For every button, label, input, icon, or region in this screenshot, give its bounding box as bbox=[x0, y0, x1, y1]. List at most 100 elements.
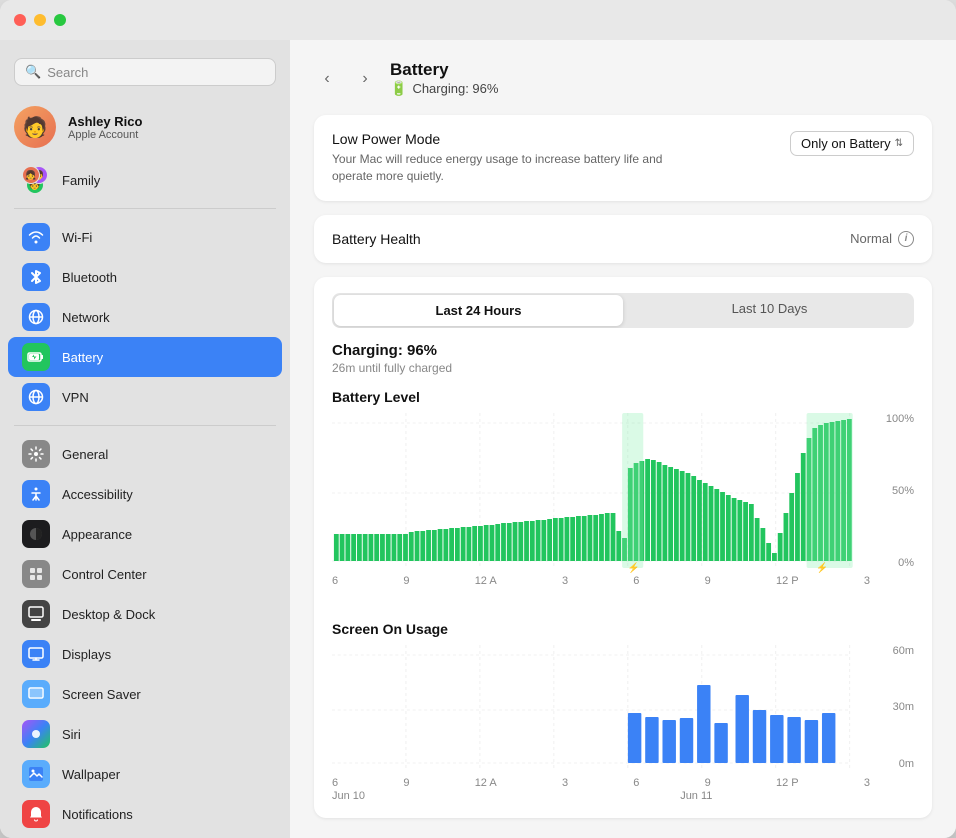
sidebar-item-battery[interactable]: Battery bbox=[8, 337, 282, 377]
vpn-icon bbox=[22, 383, 50, 411]
sidebar-item-label-network: Network bbox=[62, 310, 110, 325]
battery-health-status: Normal bbox=[850, 231, 892, 246]
search-placeholder: Search bbox=[47, 65, 88, 80]
sidebar-item-displays[interactable]: Displays bbox=[8, 634, 282, 674]
sidebar-item-label-controlcenter: Control Center bbox=[62, 567, 147, 582]
sidebar-item-label-appearance: Appearance bbox=[62, 527, 132, 542]
battery-y-axis: 100% 50% 0% bbox=[878, 413, 914, 587]
x-label-3a: 3 bbox=[562, 575, 568, 587]
sidebar-item-label-desktopdock: Desktop & Dock bbox=[62, 607, 155, 622]
sidebar-divider-2 bbox=[14, 425, 276, 426]
network-icon bbox=[22, 303, 50, 331]
low-power-selector-label: Only on Battery bbox=[801, 136, 891, 151]
back-button[interactable]: ‹ bbox=[314, 66, 340, 92]
sidebar-item-vpn[interactable]: VPN bbox=[8, 377, 282, 417]
screen-x-axis: 6 9 12 A 3 6 9 12 P 3 bbox=[332, 775, 870, 789]
sidebar-item-label-notifications: Notifications bbox=[62, 807, 133, 822]
displays-icon bbox=[22, 640, 50, 668]
avatar: 🧑 bbox=[14, 106, 56, 148]
sidebar-item-family[interactable]: 👧 👦 🧒 Family bbox=[8, 160, 282, 200]
sidebar-item-appearance[interactable]: Appearance bbox=[8, 514, 282, 554]
sidebar-item-label-family: Family bbox=[62, 173, 100, 188]
appearance-icon bbox=[22, 520, 50, 548]
sidebar-item-desktopdock[interactable]: Desktop & Dock bbox=[8, 594, 282, 634]
x-label-6: 6 bbox=[332, 575, 338, 587]
low-power-selector[interactable]: Only on Battery ⇅ bbox=[790, 131, 914, 156]
svg-text:⚡: ⚡ bbox=[628, 561, 640, 572]
sidebar-item-network[interactable]: Network bbox=[8, 297, 282, 337]
sx-label-6: 6 bbox=[332, 777, 338, 789]
sidebar-user[interactable]: 🧑 Ashley Rico Apple Account bbox=[0, 98, 290, 160]
screensaver-icon bbox=[22, 680, 50, 708]
screen-y-axis: 60m 30m 0m bbox=[878, 645, 914, 802]
screen-usage-title: Screen On Usage bbox=[332, 621, 914, 637]
sx-label-3a: 3 bbox=[562, 777, 568, 789]
sidebar-item-wallpaper[interactable]: Wallpaper bbox=[8, 754, 282, 794]
user-name: Ashley Rico bbox=[68, 114, 142, 129]
forward-button[interactable]: › bbox=[352, 66, 378, 92]
top-nav: ‹ › Battery 🔋 Charging: 96% bbox=[314, 60, 932, 97]
screen-usage-chart-area: Screen On Usage bbox=[332, 621, 914, 802]
battery-health-row: Battery Health Normal i bbox=[332, 231, 914, 247]
content-area: 🔍 Search 🧑 Ashley Rico Apple Account 👧 👦… bbox=[0, 40, 956, 838]
sidebar-item-controlcenter[interactable]: Control Center bbox=[8, 554, 282, 594]
close-button[interactable] bbox=[14, 14, 26, 26]
sidebar-item-siri[interactable]: Siri bbox=[8, 714, 282, 754]
chart-tabs: Last 24 Hours Last 10 Days bbox=[332, 293, 914, 328]
x-label-12a: 12 A bbox=[475, 575, 497, 587]
chart-card: Last 24 Hours Last 10 Days Charging: 96%… bbox=[314, 277, 932, 818]
notifications-icon bbox=[22, 800, 50, 828]
user-sub: Apple Account bbox=[68, 129, 142, 141]
sidebar-item-general[interactable]: General bbox=[8, 434, 282, 474]
battery-charging-icon: 🔋 bbox=[390, 80, 407, 97]
page-title: Battery bbox=[390, 60, 449, 80]
screen-chart-container: 6 9 12 A 3 6 9 12 P 3 Jun 1 bbox=[332, 645, 914, 802]
sx-label-9: 9 bbox=[403, 777, 409, 789]
sidebar-item-label-wifi: Wi-Fi bbox=[62, 230, 92, 245]
low-power-mode-card: Low Power Mode Your Mac will reduce ener… bbox=[314, 115, 932, 201]
sidebar-item-label-general: General bbox=[62, 447, 108, 462]
sx-label-9b: 9 bbox=[705, 777, 711, 789]
battery-status-text: Charging: 96% bbox=[412, 81, 498, 96]
battery-level-chart-area: Battery Level bbox=[332, 389, 914, 611]
charge-time-label: 26m until fully charged bbox=[332, 361, 914, 375]
bluetooth-icon bbox=[22, 263, 50, 291]
maximize-button[interactable] bbox=[54, 14, 66, 26]
date-jun11: Jun 11 bbox=[680, 790, 712, 802]
search-container: 🔍 Search bbox=[0, 50, 290, 98]
wifi-icon bbox=[22, 223, 50, 251]
user-info: Ashley Rico Apple Account bbox=[68, 114, 142, 141]
tab-10d[interactable]: Last 10 Days bbox=[625, 293, 914, 328]
search-box[interactable]: 🔍 Search bbox=[14, 58, 276, 86]
battery-icon bbox=[22, 343, 50, 371]
tab-24h[interactable]: Last 24 Hours bbox=[334, 295, 623, 326]
sidebar-item-label-battery: Battery bbox=[62, 350, 103, 365]
sy-label-30m: 30m bbox=[878, 701, 914, 713]
sidebar-item-notifications[interactable]: Notifications bbox=[8, 794, 282, 834]
wallpaper-icon bbox=[22, 760, 50, 788]
sidebar-item-label-accessibility: Accessibility bbox=[62, 487, 133, 502]
battery-chart-inner: ⚡ ⚡ 6 9 12 A 3 6 9 bbox=[332, 413, 870, 587]
minimize-button[interactable] bbox=[34, 14, 46, 26]
battery-health-card: Battery Health Normal i bbox=[314, 215, 932, 263]
date-jun10: Jun 10 bbox=[332, 790, 365, 802]
sidebar-item-wifi[interactable]: Wi-Fi bbox=[8, 217, 282, 257]
charge-status-label: Charging: 96% bbox=[332, 342, 914, 359]
sidebar-item-screensaver[interactable]: Screen Saver bbox=[8, 674, 282, 714]
screen-usage-svg bbox=[332, 645, 870, 775]
sidebar-item-bluetooth[interactable]: Bluetooth bbox=[8, 257, 282, 297]
sidebar: 🔍 Search 🧑 Ashley Rico Apple Account 👧 👦… bbox=[0, 40, 290, 838]
battery-level-svg: ⚡ ⚡ bbox=[332, 413, 870, 573]
accessibility-icon bbox=[22, 480, 50, 508]
system-preferences-window: 🔍 Search 🧑 Ashley Rico Apple Account 👧 👦… bbox=[0, 0, 956, 838]
battery-level-title: Battery Level bbox=[332, 389, 914, 405]
sidebar-item-label-wallpaper: Wallpaper bbox=[62, 767, 120, 782]
sidebar-item-accessibility[interactable]: Accessibility bbox=[8, 474, 282, 514]
main-content: ‹ › Battery 🔋 Charging: 96% Low Power M bbox=[290, 40, 956, 838]
svg-text:⚡: ⚡ bbox=[816, 561, 828, 572]
info-button[interactable]: i bbox=[898, 231, 914, 247]
sidebar-item-label-siri: Siri bbox=[62, 727, 81, 742]
y-label-0: 0% bbox=[878, 557, 914, 569]
controlcenter-icon bbox=[22, 560, 50, 588]
family-avatars-icon: 👧 👦 🧒 bbox=[22, 166, 50, 194]
